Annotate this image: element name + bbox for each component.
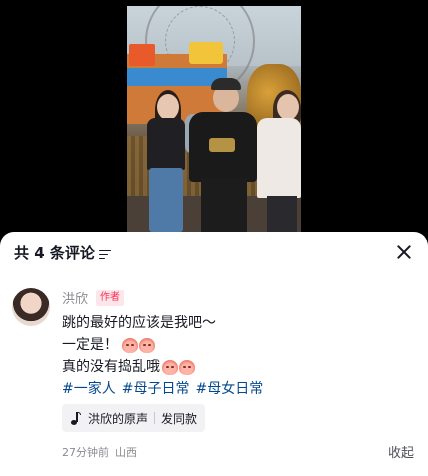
person-right-legs	[267, 196, 297, 232]
comment-line: 真的没有捣乱哦	[62, 356, 402, 378]
person-left-legs	[149, 168, 183, 232]
divider	[154, 412, 156, 424]
park-sign	[189, 42, 223, 64]
peach-face-emoji-icon	[162, 359, 178, 375]
person-center-legs	[201, 178, 247, 232]
author-row: 洪欣 作者	[62, 288, 125, 307]
video-player[interactable]	[0, 0, 428, 232]
person-right-head	[277, 94, 299, 120]
person-left-head	[157, 94, 179, 120]
comment-line: 跳的最好的应该是我吧～	[62, 312, 402, 334]
collapse-button[interactable]: 收起	[388, 442, 414, 461]
person-right-body	[257, 118, 301, 198]
video-frame[interactable]	[127, 6, 301, 232]
person-left-body	[147, 118, 185, 170]
jacket-logo	[209, 138, 235, 152]
hashtag-link[interactable]: #母女日常	[195, 378, 263, 400]
comments-header: 共 4 条评论	[0, 232, 428, 276]
comment-meta: 27分钟前 山西	[62, 444, 137, 460]
hashtag-row: #一家人 #母子日常 #母女日常	[62, 378, 402, 400]
comment-text: 跳的最好的应该是我吧～ 一定是！ 真的没有捣乱哦 #一家人 #母子日常 #母女日…	[62, 312, 402, 400]
peach-face-emoji-icon	[122, 337, 138, 353]
sort-icon[interactable]	[98, 248, 111, 260]
hashtag-link[interactable]: #一家人	[62, 378, 116, 400]
use-sound-button[interactable]: 发同款	[161, 410, 197, 427]
author-badge: 作者	[96, 289, 125, 306]
sound-label[interactable]: 洪欣的原声	[88, 410, 148, 427]
comment-line: 一定是！	[62, 334, 402, 356]
comment-time: 27分钟前	[62, 446, 109, 459]
comment-line-text: 跳的最好的应该是我吧～	[62, 315, 216, 331]
comment-line-text: 真的没有捣乱哦	[62, 359, 160, 375]
comments-count-label: 共 4 条评论	[14, 244, 95, 262]
music-note-icon	[68, 411, 82, 425]
original-sound-chip[interactable]: 洪欣的原声 发同款	[62, 404, 206, 432]
comments-title: 共 4 条评论	[14, 242, 111, 263]
author-name[interactable]: 洪欣	[62, 288, 88, 307]
park-sign	[129, 44, 155, 66]
peach-face-emoji-icon	[139, 337, 155, 353]
person-center-cap	[211, 78, 241, 90]
peach-face-emoji-icon	[179, 359, 195, 375]
hashtag-link[interactable]: #母子日常	[122, 378, 190, 400]
comment-location: 山西	[115, 446, 137, 459]
comment-line-text: 一定是！	[62, 337, 118, 353]
avatar[interactable]	[12, 288, 50, 326]
close-icon[interactable]	[392, 240, 416, 264]
comments-sheet: 共 4 条评论 洪欣 作者 跳的最好的应该是我吧～ 一定是！ 真的没有捣乱哦 #…	[0, 232, 428, 476]
